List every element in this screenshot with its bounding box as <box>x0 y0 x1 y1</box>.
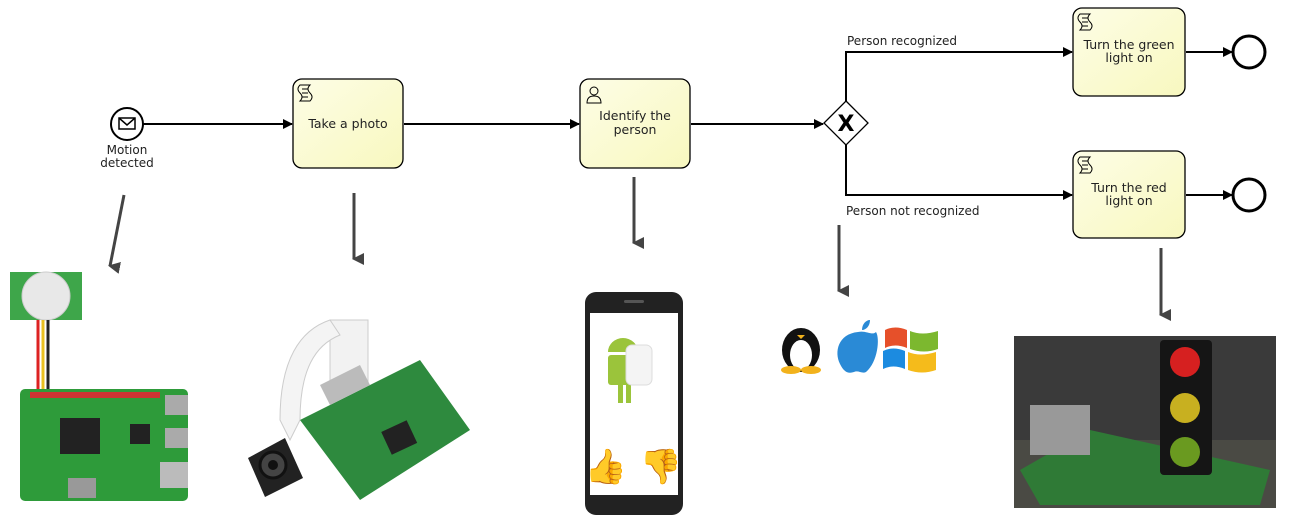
task-label: Take a photo <box>307 116 387 131</box>
traffic-light-raspberry-pi-photo <box>1014 336 1276 508</box>
arrow-down-icon <box>108 194 126 274</box>
task-identify-person: Identify the person <box>579 78 691 169</box>
task-label-2: person <box>614 122 657 137</box>
thumbs-down-icon: 👎 <box>640 447 682 487</box>
linux-tux-icon <box>781 328 821 374</box>
task-label-2: light on <box>1105 50 1152 65</box>
start-event: Motion detected <box>100 107 154 170</box>
thumbs-up-icon: 👍 <box>585 447 627 487</box>
flow-label-not-recognized: Person not recognized <box>846 204 979 218</box>
windows-logo-icon <box>883 327 938 373</box>
task-label-2: light on <box>1105 193 1152 208</box>
envelope-icon <box>118 117 136 130</box>
camera-raspberry-pi-image <box>248 319 470 500</box>
start-event-label: Motion <box>107 143 148 157</box>
gateway-marker: X <box>838 112 855 137</box>
exclusive-gateway: X <box>823 100 869 146</box>
end-event-green <box>1231 34 1267 70</box>
pir-sensor-raspberry-pi-image <box>10 271 188 501</box>
task-take-photo: Take a photo <box>292 78 404 169</box>
task-red-light: Turn the red light on <box>1072 150 1186 239</box>
start-event-label-2: detected <box>100 156 153 170</box>
end-event-red <box>1231 177 1267 213</box>
flow-not-recognized <box>845 145 1073 200</box>
bpmn-diagram: Motion detected Take a photo Identify th… <box>10 7 1276 515</box>
flow-recognized <box>845 47 1073 101</box>
flow-label-recognized: Person recognized <box>847 34 957 48</box>
task-label: Identify the <box>599 108 671 123</box>
android-phone-image: 👍 👎 <box>585 292 683 515</box>
os-logos <box>781 320 938 374</box>
apple-logo-icon <box>837 320 878 373</box>
task-green-light: Turn the green light on <box>1072 7 1186 97</box>
